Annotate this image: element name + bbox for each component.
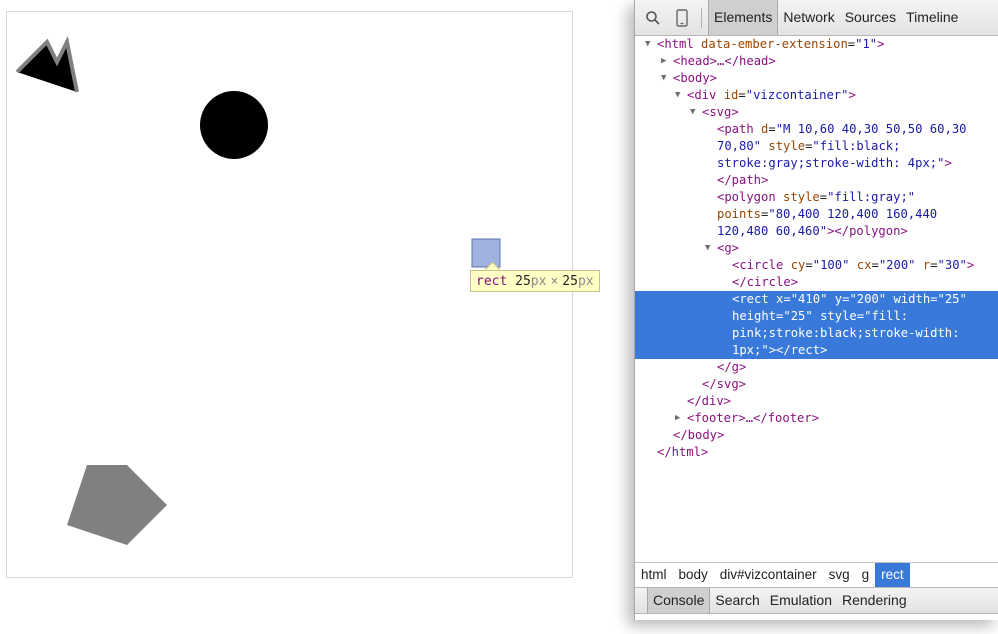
- expand-triangle-icon[interactable]: ▼: [705, 240, 710, 257]
- tab-network[interactable]: Network: [778, 0, 839, 35]
- dom-tree: ▼ <html data-ember-extension="1"> ▶ <head>…: [635, 36, 998, 561]
- tooltip-unit: px: [530, 274, 547, 289]
- tooltip-times: ×: [550, 274, 559, 289]
- dom-node-polygon[interactable]: <polygon style="fill:gray;" points="80,4…: [635, 189, 998, 240]
- dom-node-svg[interactable]: ▼ <svg>: [635, 104, 998, 121]
- tooltip-height: 25: [562, 274, 578, 289]
- dom-node-html[interactable]: ▼ <html data-ember-extension="1">: [635, 36, 998, 53]
- devtools-panel: Elements Network Sources Timeline ▼ <html…: [634, 0, 998, 620]
- dom-node-div[interactable]: ▼ <div id="vizcontainer">: [635, 87, 998, 104]
- expand-triangle-icon[interactable]: ▼: [661, 70, 666, 87]
- pentagon-polygon-shape[interactable]: [67, 465, 167, 545]
- drawer-tabs: Console Search Emulation Rendering: [635, 587, 998, 614]
- dom-node-rect-selected[interactable]: <rect x="410" y="200" width="25" height=…: [635, 291, 998, 359]
- expand-triangle-icon[interactable]: ▼: [690, 104, 695, 121]
- svg-group: [200, 91, 501, 268]
- dom-node-body-close[interactable]: </body>: [635, 427, 998, 444]
- breadcrumb-div[interactable]: div#vizcontainer: [714, 563, 823, 587]
- element-size-tooltip: rect 25px × 25px: [470, 270, 600, 292]
- tab-sources[interactable]: Sources: [840, 0, 901, 35]
- tooltip-unit: px: [577, 274, 594, 289]
- tab-console[interactable]: Console: [647, 588, 711, 613]
- dom-node-g-close[interactable]: </g>: [635, 359, 998, 376]
- dom-node-head[interactable]: ▶ <head>…</head>: [635, 53, 998, 70]
- tab-timeline[interactable]: Timeline: [901, 0, 963, 35]
- zigzag-path-shape[interactable]: [15, 35, 79, 93]
- tooltip-width: 25: [515, 274, 531, 289]
- tab-rendering[interactable]: Rendering: [837, 588, 912, 613]
- collapsed-triangle-icon[interactable]: ▶: [661, 53, 666, 70]
- dom-node-html-close[interactable]: </html>: [635, 444, 998, 461]
- breadcrumb-svg[interactable]: svg: [823, 563, 856, 587]
- device-mode-icon[interactable]: [671, 7, 693, 29]
- breadcrumb-g[interactable]: g: [856, 563, 876, 587]
- expand-triangle-icon[interactable]: ▼: [675, 87, 680, 104]
- tab-elements[interactable]: Elements: [708, 0, 779, 35]
- dom-node-body[interactable]: ▼ <body>: [635, 70, 998, 87]
- dom-node-circle[interactable]: <circle cy="100" cx="200" r="30"></circl…: [635, 257, 998, 291]
- dom-node-g[interactable]: ▼ <g>: [635, 240, 998, 257]
- devtools-toolbar: Elements Network Sources Timeline: [635, 0, 998, 36]
- tab-emulation[interactable]: Emulation: [765, 588, 837, 613]
- breadcrumb-rect[interactable]: rect: [875, 563, 910, 587]
- tab-search[interactable]: Search: [710, 588, 764, 613]
- viz-container: [6, 11, 573, 578]
- expand-triangle-icon[interactable]: ▼: [645, 36, 650, 53]
- breadcrumb-html[interactable]: html: [635, 563, 673, 587]
- highlighted-rect-shape[interactable]: [471, 238, 501, 268]
- tooltip-tag: rect: [476, 274, 508, 289]
- svg-canvas: [15, 35, 501, 545]
- magnifier-icon[interactable]: [642, 7, 664, 29]
- dom-node-path[interactable]: <path d="M 10,60 40,30 50,50 60,30 70,80…: [635, 121, 998, 189]
- dom-node-footer[interactable]: ▶ <footer>…</footer>: [635, 410, 998, 427]
- breadcrumb-body[interactable]: body: [673, 563, 714, 587]
- toolbar-separator: [701, 7, 702, 28]
- black-circle-shape[interactable]: [200, 91, 268, 159]
- dom-node-svg-close[interactable]: </svg>: [635, 376, 998, 393]
- breadcrumb: html body div#vizcontainer svg g rect: [635, 562, 998, 587]
- collapsed-triangle-icon[interactable]: ▶: [675, 410, 680, 427]
- dom-node-div-close[interactable]: </div>: [635, 393, 998, 410]
